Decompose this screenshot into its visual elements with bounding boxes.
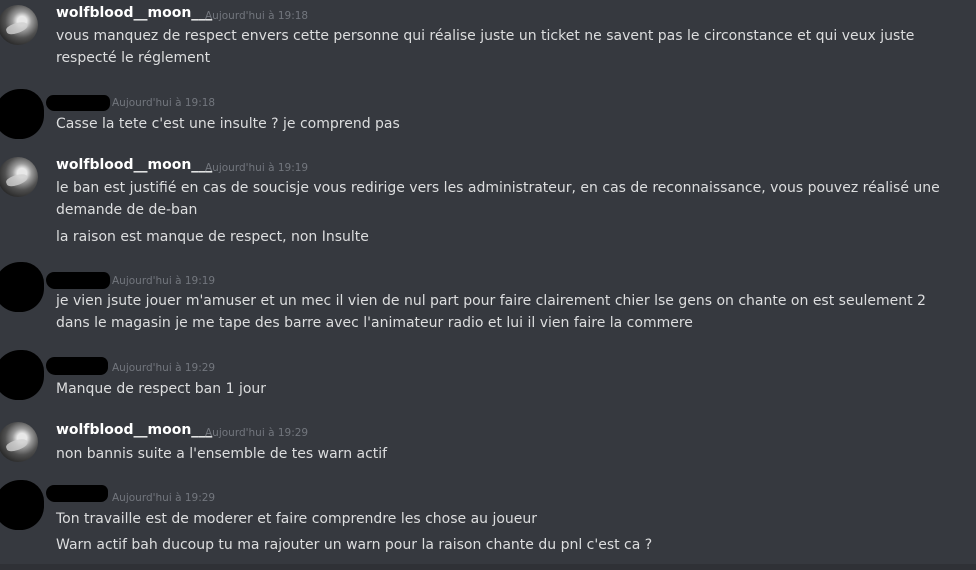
author-username[interactable]: wolfblood__moon___ — [56, 157, 212, 173]
username-redacted[interactable] — [46, 272, 110, 289]
message-text: vous manquez de respect envers cette per… — [56, 28, 915, 66]
avatar-wolfblood[interactable] — [0, 422, 38, 462]
message-text: Ton travaille est de moderer et faire co… — [56, 511, 538, 527]
message-timestamp: Aujourd'hui à 19:29 — [112, 362, 216, 374]
message-timestamp: Aujourd'hui à 19:29 — [205, 427, 309, 439]
username-redacted[interactable] — [46, 95, 110, 111]
message-text: non bannis suite a l'ensemble de tes war… — [56, 446, 388, 462]
message-text: Manque de respect ban 1 jour — [56, 381, 267, 397]
avatar-wolfblood[interactable] — [0, 157, 38, 197]
message-timestamp: Aujourd'hui à 19:18 — [112, 97, 216, 109]
avatar-wolfblood[interactable] — [0, 5, 38, 45]
composer-divider — [0, 564, 976, 570]
avatar-redacted[interactable] — [0, 350, 44, 400]
avatar-redacted[interactable] — [0, 480, 44, 530]
avatar-redacted[interactable] — [0, 262, 44, 312]
message-text: Warn actif bah ducoup tu ma rajouter un … — [56, 537, 653, 553]
chat-messages: wolfblood__moon___ Aujourd'hui à 19:18 v… — [0, 0, 976, 570]
message-text: je vien jsute jouer m'amuser et un mec i… — [56, 293, 926, 331]
author-username[interactable]: wolfblood__moon___ — [56, 5, 212, 21]
message-timestamp: Aujourd'hui à 19:19 — [112, 275, 216, 287]
message-timestamp: Aujourd'hui à 19:29 — [112, 492, 216, 504]
message-timestamp: Aujourd'hui à 19:18 — [205, 10, 309, 22]
message-timestamp: Aujourd'hui à 19:19 — [205, 162, 309, 174]
author-username[interactable]: wolfblood__moon___ — [56, 422, 212, 438]
username-redacted[interactable] — [46, 485, 108, 502]
message-text: la raison est manque de respect, non Ins… — [56, 229, 369, 245]
username-redacted[interactable] — [46, 357, 108, 375]
message-text: Casse la tete c'est une insulte ? je com… — [56, 116, 400, 132]
avatar-redacted[interactable] — [0, 89, 44, 139]
message-text: le ban est justifié en cas de soucisje v… — [56, 180, 940, 218]
